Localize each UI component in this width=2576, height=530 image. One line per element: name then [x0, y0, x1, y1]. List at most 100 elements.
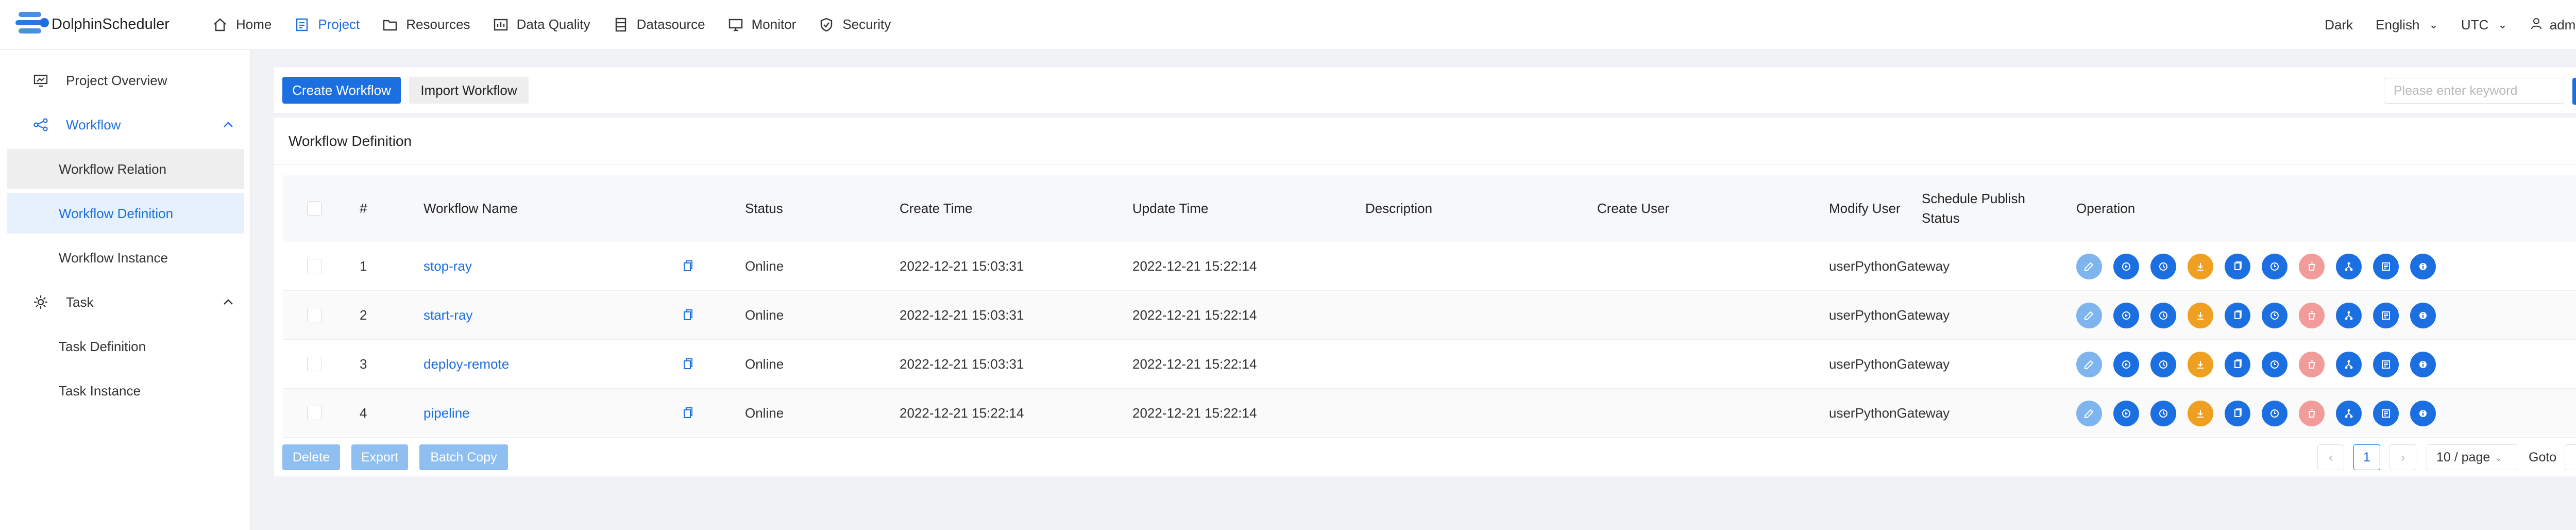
col-workflow-name[interactable]: Workflow Name: [423, 175, 518, 241]
cron-manage-button[interactable]: [2262, 253, 2287, 279]
info-button[interactable]: [2410, 253, 2436, 279]
tree-view-button[interactable]: [2336, 253, 2362, 279]
timing-button[interactable]: [2150, 302, 2176, 328]
delete-button[interactable]: [2299, 351, 2325, 377]
col-create-time: Create Time: [900, 201, 973, 216]
nav-home[interactable]: Home: [201, 0, 283, 49]
timezone-select[interactable]: UTC ⌄: [2461, 17, 2507, 33]
export-button[interactable]: Export: [351, 444, 408, 470]
sidebar-group-task[interactable]: Task: [7, 282, 244, 322]
offline-button[interactable]: [2188, 302, 2213, 328]
sidebar-item-task-instance[interactable]: Task Instance: [7, 371, 244, 411]
delete-button[interactable]: [2299, 400, 2325, 426]
version-info-button[interactable]: [2373, 400, 2399, 426]
page-size-select[interactable]: 10 / page ⌄: [2427, 444, 2517, 470]
nav-security[interactable]: Security: [807, 0, 902, 49]
row-checkbox[interactable]: [307, 357, 321, 371]
chevron-up-icon: [223, 118, 234, 131]
offline-button[interactable]: [2188, 351, 2213, 377]
info-button[interactable]: [2410, 302, 2436, 328]
row-checkbox[interactable]: [307, 259, 321, 273]
copy-icon: [2234, 310, 2242, 319]
copy-name-icon[interactable]: [682, 406, 693, 420]
edit-button[interactable]: [2076, 253, 2102, 279]
nav-resources[interactable]: Resources: [371, 0, 481, 49]
copy-name-icon[interactable]: [682, 308, 693, 322]
row-schedule-status: -: [1922, 307, 1926, 323]
edit-button[interactable]: [2076, 302, 2102, 328]
row-create-time: 2022-12-21 15:22:14: [900, 405, 1024, 421]
timing-button[interactable]: [2150, 400, 2176, 426]
run-button[interactable]: [2113, 253, 2139, 279]
workflow-name-link[interactable]: pipeline: [423, 389, 470, 438]
sidebar-item-task-definition[interactable]: Task Definition: [7, 326, 244, 367]
select-all-checkbox[interactable]: [307, 201, 321, 216]
copy-button[interactable]: [2225, 253, 2250, 279]
timing-icon: [2159, 409, 2167, 418]
sidebar-item-label: Workflow Relation: [59, 161, 167, 177]
copy-button[interactable]: [2225, 302, 2250, 328]
sidebar-item-project-overview[interactable]: Project Overview: [7, 60, 244, 101]
version-info-button[interactable]: [2373, 253, 2399, 279]
run-button[interactable]: [2113, 400, 2139, 426]
nav-datasource[interactable]: Datasource: [602, 0, 717, 49]
tree-view-button[interactable]: [2336, 351, 2362, 377]
theme-toggle[interactable]: Dark: [2325, 17, 2353, 33]
info-button[interactable]: [2410, 351, 2436, 377]
user-menu[interactable]: admin ⌄: [2530, 17, 2576, 33]
toolbar-card: Create Workflow Import Workflow: [274, 68, 2576, 113]
import-workflow-button[interactable]: Import Workflow: [409, 77, 529, 104]
offline-button[interactable]: [2188, 400, 2213, 426]
create-workflow-button[interactable]: Create Workflow: [282, 77, 401, 104]
search-button[interactable]: [2572, 78, 2576, 105]
row-checkbox[interactable]: [307, 308, 321, 322]
next-page-button[interactable]: ›: [2389, 444, 2416, 470]
workflow-name-link[interactable]: stop-ray: [423, 242, 472, 291]
goto-input[interactable]: [2565, 444, 2576, 470]
version-info-icon: [2382, 409, 2390, 418]
user-icon: [2530, 17, 2543, 33]
delete-button[interactable]: [2299, 302, 2325, 328]
delete-button[interactable]: [2299, 253, 2325, 279]
cron-manage-button[interactable]: [2262, 351, 2287, 377]
version-info-button[interactable]: [2373, 351, 2399, 377]
sidebar-item-label: Workflow Definition: [59, 205, 174, 221]
timing-button[interactable]: [2150, 351, 2176, 377]
language-select[interactable]: English ⌄: [2376, 17, 2438, 33]
logo[interactable]: DolphinScheduler: [0, 0, 201, 49]
edit-button[interactable]: [2076, 400, 2102, 426]
batch-copy-button[interactable]: Batch Copy: [419, 444, 508, 470]
row-checkbox[interactable]: [307, 406, 321, 420]
cron-manage-button[interactable]: [2262, 400, 2287, 426]
sidebar-group-workflow[interactable]: Workflow: [7, 105, 244, 145]
copy-button[interactable]: [2225, 400, 2250, 426]
prev-page-button[interactable]: ‹: [2317, 444, 2344, 470]
sidebar-item-workflow-definition[interactable]: Workflow Definition: [7, 193, 244, 234]
version-info-button[interactable]: [2373, 302, 2399, 328]
delete-button[interactable]: Delete: [282, 444, 340, 470]
sidebar-item-workflow-instance[interactable]: Workflow Instance: [7, 238, 244, 278]
cron-manage-button[interactable]: [2262, 302, 2287, 328]
search-input[interactable]: [2384, 78, 2564, 104]
edit-button[interactable]: [2076, 351, 2102, 377]
version-info-icon: [2382, 360, 2390, 369]
delete-icon: [2308, 262, 2315, 271]
run-button[interactable]: [2113, 351, 2139, 377]
page-1-button[interactable]: 1: [2353, 444, 2380, 470]
nav-monitor[interactable]: Monitor: [717, 0, 808, 49]
copy-name-icon[interactable]: [682, 259, 693, 273]
workflow-name-link[interactable]: start-ray: [423, 291, 472, 340]
copy-button[interactable]: [2225, 351, 2250, 377]
copy-name-icon[interactable]: [682, 357, 693, 371]
run-button[interactable]: [2113, 302, 2139, 328]
info-button[interactable]: [2410, 400, 2436, 426]
workflow-name-link[interactable]: deploy-remote: [423, 340, 509, 389]
timing-button[interactable]: [2150, 253, 2176, 279]
sidebar-item-workflow-relation[interactable]: Workflow Relation: [7, 149, 244, 189]
tree-view-button[interactable]: [2336, 302, 2362, 328]
offline-button[interactable]: [2188, 253, 2213, 279]
nav-project[interactable]: Project: [283, 0, 371, 49]
nav-data-quality[interactable]: Data Quality: [482, 0, 602, 49]
sidebar-item-label: Task Definition: [59, 338, 146, 354]
tree-view-button[interactable]: [2336, 400, 2362, 426]
